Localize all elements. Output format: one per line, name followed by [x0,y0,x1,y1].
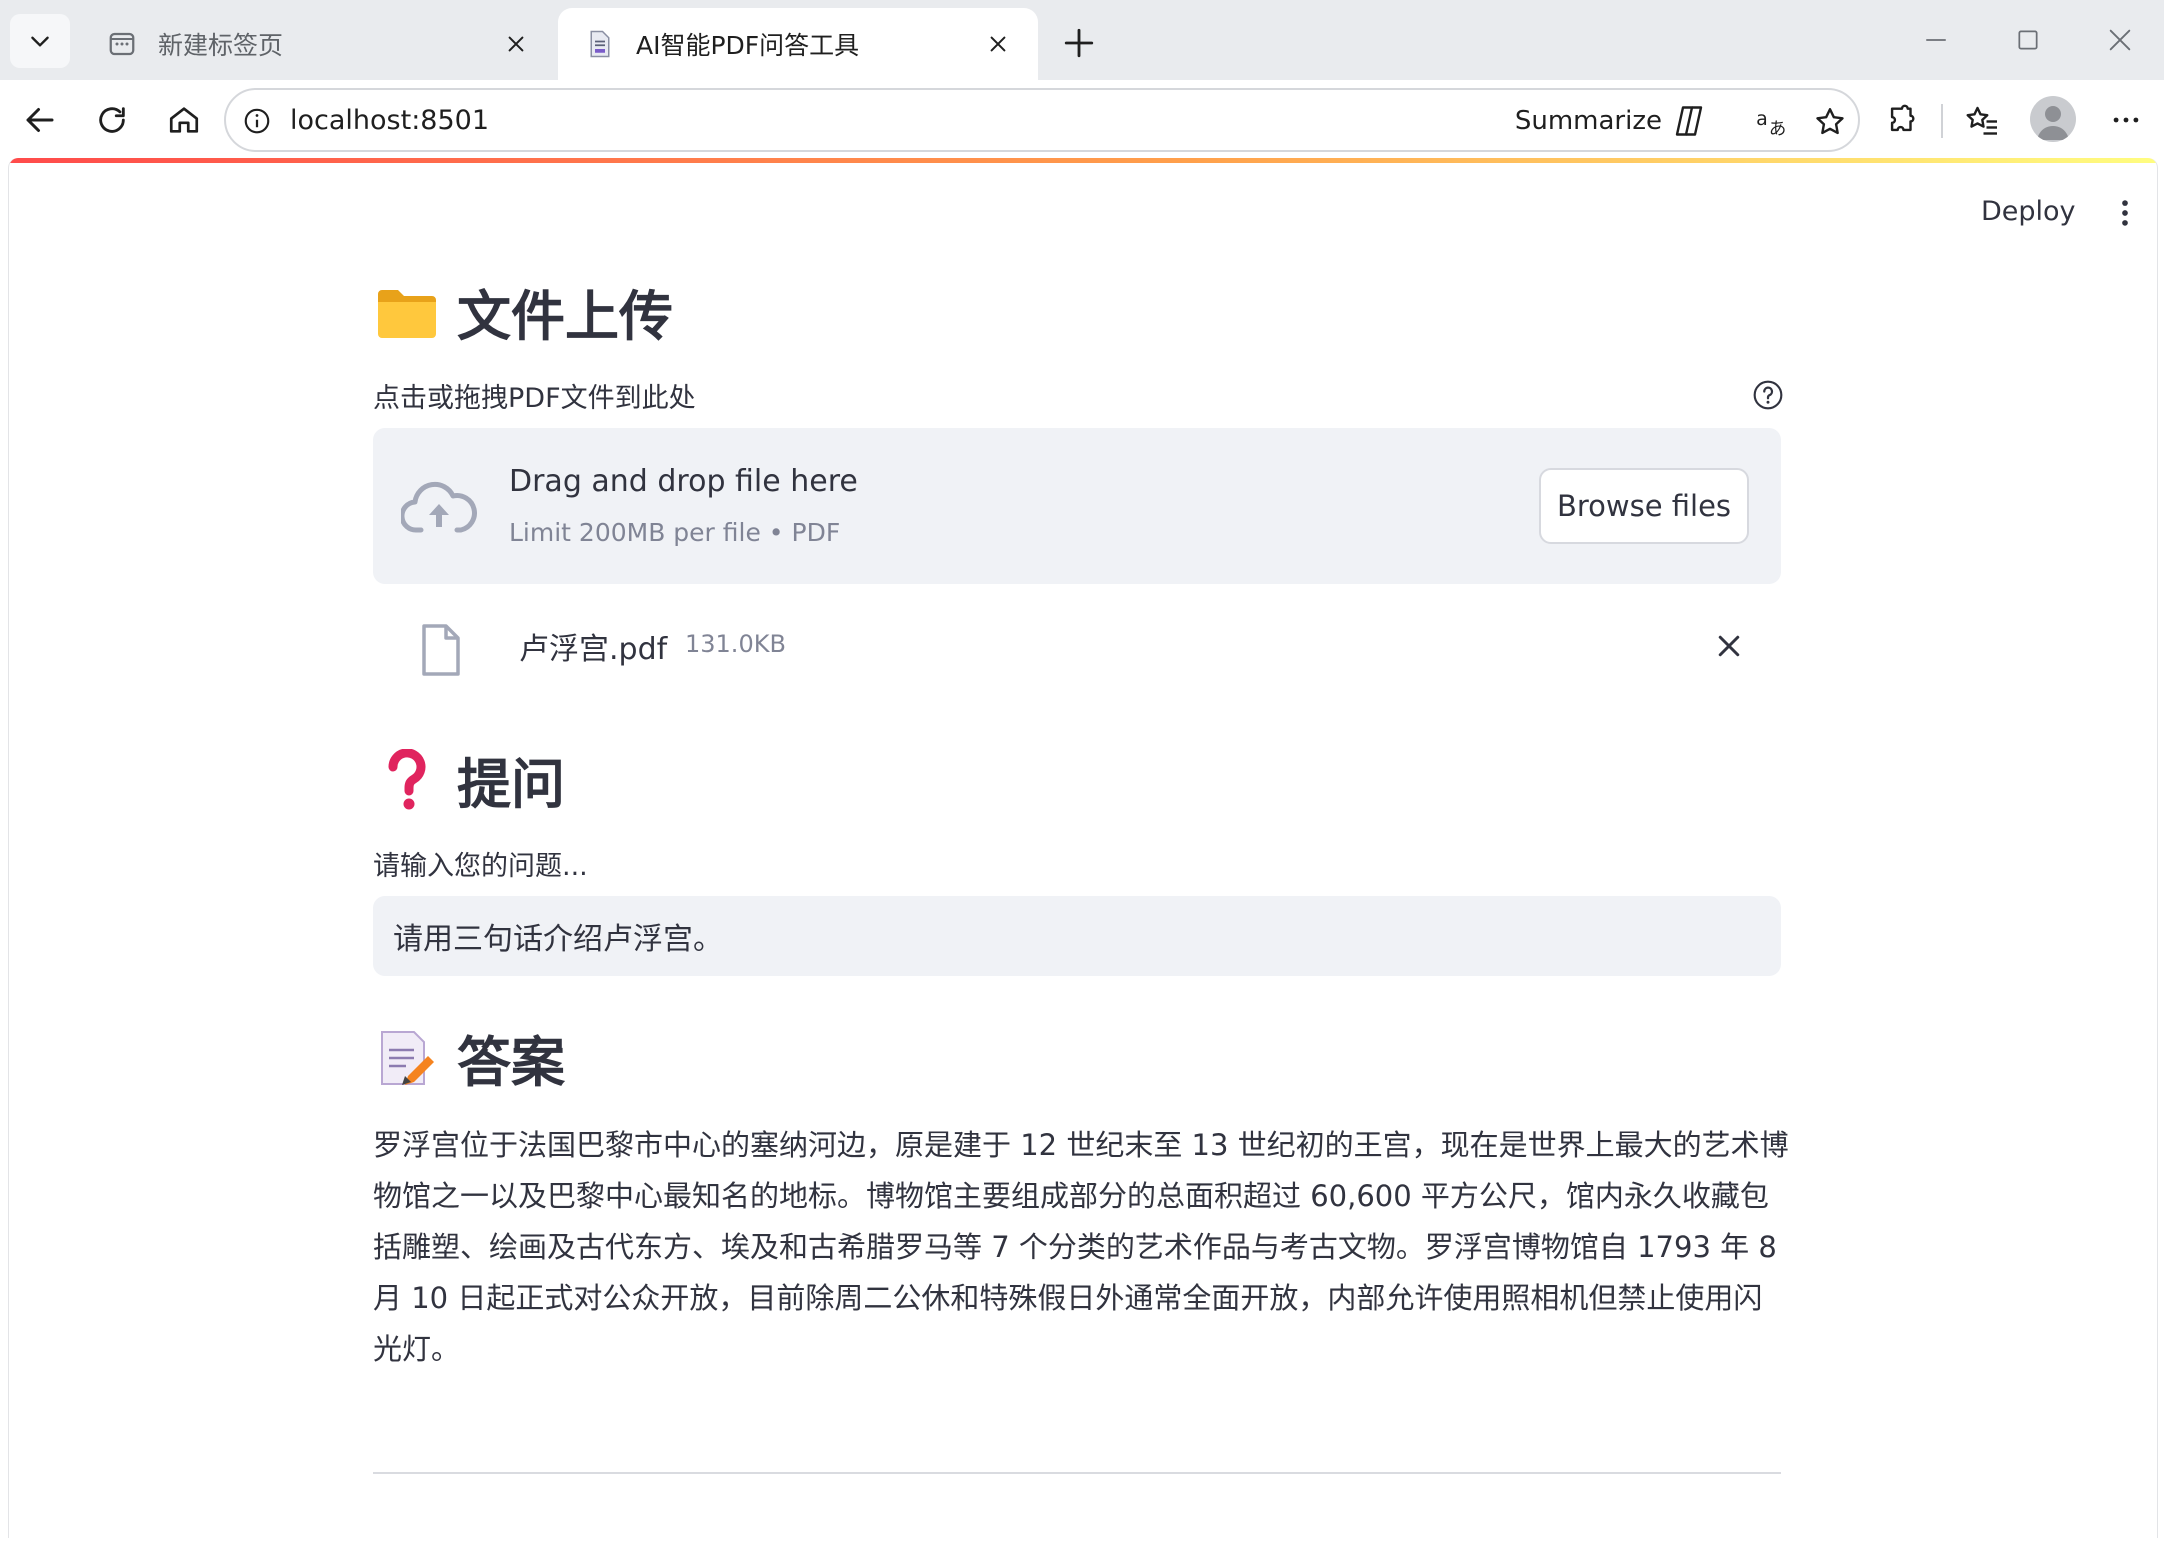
svg-text:a: a [1756,108,1768,130]
close-tab-icon[interactable] [982,28,1014,60]
tab-new-tab[interactable]: 新建标签页 [80,8,556,80]
upload-heading-text: 文件上传 [457,285,673,348]
question-heading: 提问 [373,740,565,819]
address-bar[interactable]: localhost:8501 Summarize aあ [224,88,1860,152]
tab-actions-menu-button[interactable] [10,14,70,68]
reload-icon [99,107,125,133]
arrow-left-icon [26,108,54,132]
toolbar-divider [1941,104,1943,138]
question-mark-icon [373,746,441,814]
home-button[interactable] [156,92,212,148]
file-name: 卢浮宫.pdf [519,632,668,667]
favorites-button[interactable] [1954,92,2010,148]
back-button[interactable] [12,92,68,148]
minimize-icon [1926,39,1946,41]
browse-files-button[interactable]: Browse files [1539,468,1749,544]
close-icon [2109,29,2131,51]
more-vertical-icon [2122,200,2128,226]
tab-title: 新建标签页 [158,31,284,60]
close-window-button[interactable] [2090,18,2150,62]
maximize-icon [2018,30,2038,50]
question-label: 请输入您的问题... [373,851,588,882]
remove-file-icon[interactable] [1707,624,1751,668]
close-tab-icon[interactable] [500,28,532,60]
site-info-icon[interactable] [240,104,274,138]
dropzone-limit: Limit 200MB per file • PDF [509,518,841,547]
more-horizontal-icon [2113,117,2139,123]
person-icon [2037,106,2069,140]
section-divider [373,1472,1781,1474]
svg-text:あ: あ [1769,120,1786,140]
tab-strip: 新建标签页 AI智能PDF问答工具 [0,0,2164,80]
cloud-upload-icon [401,472,477,538]
document-favicon-icon [584,28,616,60]
main-menu-button[interactable] [2105,188,2145,238]
answer-text: 罗浮宫位于法国巴黎市中心的塞纳河边，原是建于 12 世纪末至 13 世纪初的王宫… [373,1128,1789,1366]
reload-button[interactable] [84,92,140,148]
dropzone-title: Drag and drop file here [509,464,858,499]
profile-avatar[interactable] [2030,96,2076,142]
upload-heading: 文件上传 [373,272,673,351]
deploy-button[interactable]: Deploy [1967,186,2090,238]
memo-icon [373,1024,441,1092]
chevron-down-icon [31,36,49,47]
upload-label: 点击或拖拽PDF文件到此处 [373,383,696,414]
settings-more-button[interactable] [2098,92,2154,148]
file-size: 131.0KB [685,630,786,658]
puzzle-icon [1890,104,1915,132]
tab-pdf-qa[interactable]: AI智能PDF问答工具 [558,8,1038,80]
minimize-button[interactable] [1906,18,1966,62]
question-heading-text: 提问 [457,753,565,816]
folder-icon [373,278,441,346]
new-tab-page-icon [106,28,138,60]
uploaded-file-row: 卢浮宫.pdf 131.0KB [373,606,1781,686]
read-aloud-translate-icon[interactable]: aあ [1752,102,1792,142]
maximize-button[interactable] [1998,18,2058,62]
browser-toolbar: localhost:8501 Summarize aあ [0,80,2164,158]
new-tab-button[interactable] [1054,18,1104,68]
home-icon [169,107,199,133]
question-input[interactable] [373,896,1781,976]
summarize-button[interactable]: Summarize [1515,102,1708,140]
summarize-label: Summarize [1514,106,1662,136]
copilot-icon [1670,102,1708,140]
streamlit-decoration-bar [9,158,2157,163]
answer-heading-text: 答案 [457,1031,565,1094]
favorite-star-icon[interactable] [1810,102,1850,142]
help-icon[interactable] [1751,378,1785,412]
tab-title: AI智能PDF问答工具 [636,31,860,60]
extensions-button[interactable] [1874,92,1930,148]
file-icon [417,622,465,678]
answer-heading: 答案 [373,1018,565,1097]
favorites-list-icon [1966,106,1997,135]
page-viewport: Deploy 文件上传 点击或拖拽PDF文件到此处 Drag and drop … [8,158,2158,1538]
file-dropzone[interactable]: Drag and drop file here Limit 200MB per … [373,428,1781,584]
plus-icon [1064,28,1094,58]
address-url[interactable]: localhost:8501 [290,104,489,138]
